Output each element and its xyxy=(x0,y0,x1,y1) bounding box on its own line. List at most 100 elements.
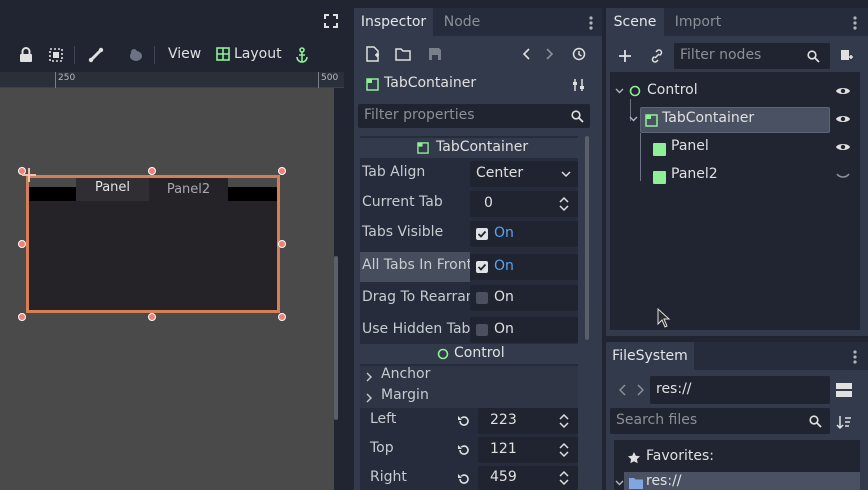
spin-arrows-icon[interactable] xyxy=(558,412,570,430)
resize-handle[interactable] xyxy=(148,167,156,175)
tree-item-tabcontainer[interactable]: TabContainer xyxy=(662,110,754,126)
visibility-eye-icon[interactable] xyxy=(834,140,852,154)
viewport-scrollbar[interactable] xyxy=(334,256,338,420)
spin-arrows-icon[interactable] xyxy=(558,195,570,213)
tab-align-dropdown[interactable]: Center xyxy=(470,161,578,187)
tree-item-panel[interactable]: Panel xyxy=(671,138,709,154)
file-tree: Favorites: res:// xyxy=(614,440,860,490)
resize-handle[interactable] xyxy=(148,313,156,321)
instance-scene-icon[interactable] xyxy=(648,46,666,66)
tab-scene[interactable]: Scene xyxy=(606,8,664,36)
filter-properties-input[interactable]: Filter properties xyxy=(358,104,590,128)
group-icon[interactable] xyxy=(46,45,66,65)
nav-back-icon[interactable] xyxy=(616,380,628,400)
tab-inspector[interactable]: Inspector xyxy=(354,8,433,36)
visibility-eye-icon[interactable] xyxy=(834,84,852,98)
control-node-icon xyxy=(628,84,642,98)
canvas-viewport[interactable]: View Layout 250 500 Panel Panel2 xyxy=(0,0,348,490)
object-properties-icon[interactable] xyxy=(570,75,588,95)
layout-menu[interactable]: Layout xyxy=(234,46,282,62)
view-menu[interactable]: View xyxy=(168,46,201,62)
margin-group[interactable]: Margin xyxy=(381,387,429,403)
visibility-hidden-icon[interactable] xyxy=(834,170,852,182)
history-back-icon[interactable] xyxy=(518,44,534,64)
split-view-icon[interactable] xyxy=(834,380,854,400)
add-node-icon[interactable] xyxy=(616,46,634,66)
revert-icon[interactable] xyxy=(456,471,472,487)
margin-top-spinbox[interactable]: 121 xyxy=(478,437,578,463)
tabs-visible-checkbox[interactable]: On xyxy=(470,221,578,247)
fullscreen-icon[interactable] xyxy=(322,12,340,30)
file-item-res[interactable]: res:// xyxy=(646,473,682,489)
skeleton-icon[interactable] xyxy=(126,45,146,65)
chevron-down-icon[interactable] xyxy=(614,86,624,96)
selection-outline[interactable] xyxy=(26,175,280,313)
lock-icon[interactable] xyxy=(16,45,36,65)
resize-handle[interactable] xyxy=(18,240,26,248)
prop-tab-align-label: Tab Align xyxy=(362,164,426,180)
anchor-icon[interactable] xyxy=(293,45,311,65)
class-header-tabcontainer: TabContainer xyxy=(360,138,578,158)
prop-all-tabs-in-front-label: All Tabs In Front xyxy=(362,257,473,273)
tab-import[interactable]: Import xyxy=(664,8,732,36)
dock-menu-icon[interactable] xyxy=(848,14,862,32)
inspector-scrollbar[interactable] xyxy=(585,136,589,340)
layout-icon[interactable] xyxy=(216,47,230,61)
margin-right-label: Right xyxy=(370,469,407,485)
attach-script-icon[interactable] xyxy=(836,46,856,66)
chevron-down-icon[interactable] xyxy=(628,114,638,124)
history-icon[interactable] xyxy=(570,44,588,64)
revert-icon[interactable] xyxy=(456,413,472,429)
margin-right-value: 459 xyxy=(490,469,517,485)
toolbar-divider xyxy=(154,46,155,64)
history-forward-icon[interactable] xyxy=(542,44,558,64)
tabcontainer-node-icon xyxy=(644,113,658,127)
checkbox-checked-icon xyxy=(476,228,488,240)
bone-icon[interactable] xyxy=(86,45,106,65)
all-tabs-in-front-checkbox[interactable]: On xyxy=(470,254,578,280)
drag-to-rearrange-checkbox[interactable]: On xyxy=(470,285,578,311)
tree-item-panel2[interactable]: Panel2 xyxy=(671,166,718,182)
current-tab-spinbox[interactable]: 0 xyxy=(470,191,578,217)
tree-item-control[interactable]: Control xyxy=(647,82,698,98)
margin-left-spinbox[interactable]: 223 xyxy=(478,408,578,434)
margin-top-label: Top xyxy=(370,440,394,456)
checkbox-unchecked-icon xyxy=(476,324,488,336)
spin-arrows-icon[interactable] xyxy=(558,469,570,487)
resize-handle[interactable] xyxy=(278,167,286,175)
tab-node[interactable]: Node xyxy=(433,8,491,36)
search-icon xyxy=(806,48,820,64)
new-resource-icon[interactable] xyxy=(364,44,382,64)
ruler-label-500: 500 xyxy=(321,73,339,83)
filter-nodes-placeholder: Filter nodes xyxy=(680,47,762,63)
sort-icon[interactable] xyxy=(834,412,854,432)
all-tabs-in-front-value: On xyxy=(494,258,514,274)
margin-top-value: 121 xyxy=(490,441,517,457)
resize-handle[interactable] xyxy=(278,240,286,248)
filter-nodes-input[interactable]: Filter nodes xyxy=(674,43,830,69)
revert-icon[interactable] xyxy=(456,442,472,458)
resize-handle[interactable] xyxy=(18,313,26,321)
use-hidden-tabs-value: On xyxy=(494,321,514,337)
nav-forward-icon[interactable] xyxy=(634,380,646,400)
search-files-input[interactable]: Search files xyxy=(610,408,830,434)
chevron-right-icon[interactable] xyxy=(364,391,374,405)
tab-filesystem[interactable]: FileSystem xyxy=(606,342,694,370)
canvas-area[interactable]: Panel Panel2 xyxy=(0,88,334,490)
save-icon[interactable] xyxy=(426,44,444,64)
margin-right-spinbox[interactable]: 459 xyxy=(478,466,578,490)
open-folder-icon[interactable] xyxy=(394,44,412,64)
inspected-object-name[interactable]: TabContainer xyxy=(384,75,476,91)
path-field[interactable]: res:// xyxy=(650,376,830,404)
anchor-group[interactable]: Anchor xyxy=(381,366,430,382)
visibility-eye-icon[interactable] xyxy=(834,112,852,126)
use-hidden-tabs-checkbox[interactable]: On xyxy=(470,317,578,343)
spin-arrows-icon[interactable] xyxy=(558,441,570,459)
chevron-right-icon[interactable] xyxy=(364,370,374,384)
resize-handle[interactable] xyxy=(278,313,286,321)
control-icon xyxy=(436,347,450,361)
chevron-down-icon xyxy=(560,168,572,180)
chevron-down-icon[interactable] xyxy=(614,478,624,488)
dock-menu-icon[interactable] xyxy=(848,348,862,366)
dock-menu-icon[interactable] xyxy=(584,14,598,32)
